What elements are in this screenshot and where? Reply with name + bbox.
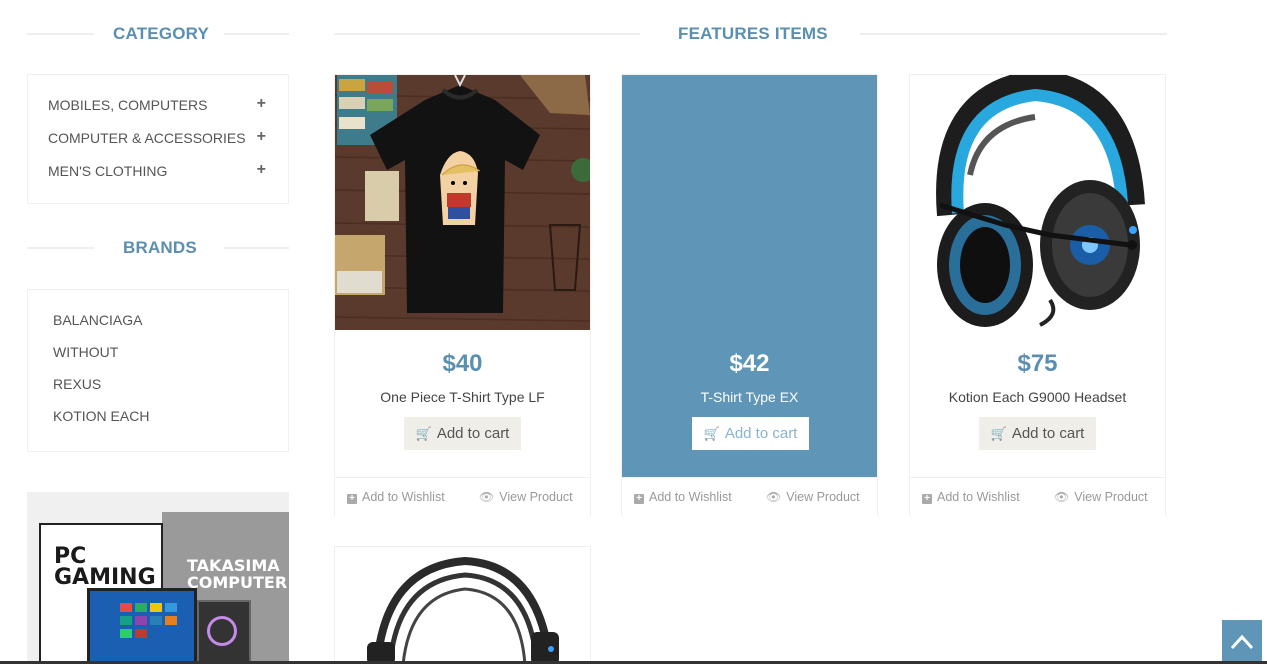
product-image[interactable] [335, 547, 590, 664]
product-card-footer: + Add to Wishlist 👁 View Product [622, 477, 877, 517]
plus-icon[interactable]: + [257, 95, 266, 113]
brand-item-rexus[interactable]: REXUS [53, 376, 101, 392]
product-price: $42 [729, 350, 770, 377]
add-to-cart-button[interactable]: 🛒 Add to cart [692, 417, 809, 450]
product-price: $40 [442, 350, 483, 377]
features-title: FEATURES ITEMS [678, 24, 828, 43]
product-card-footer: + Add to Wishlist 👁 View Product [335, 477, 590, 517]
add-to-cart-label: Add to cart [724, 425, 798, 442]
shopping-cart-icon: 🛒 [990, 426, 1007, 441]
eye-icon: 👁 [1054, 490, 1070, 504]
view-product-link[interactable]: 👁 View Product [766, 490, 860, 504]
add-to-cart-label: Add to cart [436, 425, 510, 442]
brand-item-kotion-each[interactable]: KOTION EACH [53, 408, 149, 424]
product-image[interactable] [335, 75, 590, 330]
ad-right-text: TAKASIMA COMPUTER [187, 556, 288, 592]
divider [860, 33, 1167, 35]
add-to-cart-button[interactable]: 🛒 Add to cart [404, 417, 521, 450]
product-card[interactable]: $42 T-Shirt Type EX 🛒 Add to cart + Add to… [621, 74, 878, 517]
wishlist-label: Add to Wishlist [649, 490, 732, 504]
wishlist-label: Add to Wishlist [362, 490, 445, 504]
category-item-mens-clothing[interactable]: MEN'S CLOTHING + [48, 161, 266, 181]
product-name[interactable]: Kotion Each G9000 Headset [910, 389, 1165, 405]
category-item-mobiles[interactable]: MOBILES, COMPUTERS + [48, 95, 266, 115]
view-product-link[interactable]: 👁 View Product [479, 490, 573, 504]
category-item-label: MOBILES, COMPUTERS [48, 97, 208, 113]
brands-panel: BALANCIAGA WITHOUT REXUS KOTION EACH [27, 289, 289, 452]
add-to-cart-button[interactable]: 🛒 Add to cart [979, 417, 1096, 450]
view-product-label: View Product [1074, 490, 1148, 504]
product-price: $75 [1017, 350, 1058, 377]
product-card-footer: + Add to Wishlist 👁 View Product [910, 477, 1165, 517]
category-item-label: MEN'S CLOTHING [48, 163, 168, 179]
add-to-wishlist-link[interactable]: + Add to Wishlist [922, 490, 1020, 504]
chevron-up-icon [1230, 634, 1254, 650]
product-card[interactable] [334, 546, 591, 664]
shopping-cart-icon: 🛒 [703, 426, 720, 441]
category-title: CATEGORY [113, 24, 210, 43]
add-to-wishlist-link[interactable]: + Add to Wishlist [347, 490, 445, 504]
plus-icon[interactable]: + [257, 161, 266, 179]
ad-banner[interactable]: PC GAMING TAKASIMA COMPUTER [27, 492, 289, 664]
divider [224, 247, 289, 249]
divider [27, 247, 94, 249]
product-card[interactable]: $40 One Piece T-Shirt Type LF 🛒 Add to ca… [334, 74, 591, 517]
category-panel: MOBILES, COMPUTERS + COMPUTER & ACCESSOR… [27, 74, 289, 204]
wishlist-label: Add to Wishlist [937, 490, 1020, 504]
ad-left-text: PC GAMING [54, 544, 156, 590]
view-product-label: View Product [499, 490, 573, 504]
shopping-cart-icon: 🛒 [415, 426, 432, 441]
eye-icon: 👁 [766, 490, 782, 504]
add-to-cart-label: Add to cart [1011, 425, 1085, 442]
brands-heading-row: BRANDS [27, 238, 289, 258]
divider [334, 33, 640, 35]
plus-square-icon: + [922, 494, 932, 504]
plus-square-icon: + [347, 494, 357, 504]
brands-title: BRANDS [123, 238, 197, 257]
category-item-label: COMPUTER & ACCESSORIES [48, 130, 246, 146]
features-heading-row: FEATURES ITEMS [334, 24, 1167, 44]
add-to-wishlist-link[interactable]: + Add to Wishlist [634, 490, 732, 504]
category-heading-row: CATEGORY [27, 24, 289, 44]
product-name[interactable]: One Piece T-Shirt Type LF [335, 389, 590, 405]
view-product-label: View Product [786, 490, 860, 504]
category-item-computer-accessories[interactable]: COMPUTER & ACCESSORIES + [48, 128, 266, 148]
pc-tower-image [197, 600, 251, 664]
product-name[interactable]: T-Shirt Type EX [622, 389, 877, 405]
divider [27, 33, 94, 35]
brand-item-balanciaga[interactable]: BALANCIAGA [53, 312, 142, 328]
plus-icon[interactable]: + [257, 128, 266, 146]
product-image[interactable] [910, 75, 1165, 330]
product-card[interactable]: $75 Kotion Each G9000 Headset 🛒 Add to ca… [909, 74, 1166, 517]
view-product-link[interactable]: 👁 View Product [1054, 490, 1148, 504]
eye-icon: 👁 [479, 490, 495, 504]
plus-square-icon: + [634, 494, 644, 504]
brand-item-without[interactable]: WITHOUT [53, 344, 118, 360]
divider [224, 33, 289, 35]
monitor-image [87, 588, 197, 664]
scroll-to-top-button[interactable] [1222, 620, 1262, 664]
